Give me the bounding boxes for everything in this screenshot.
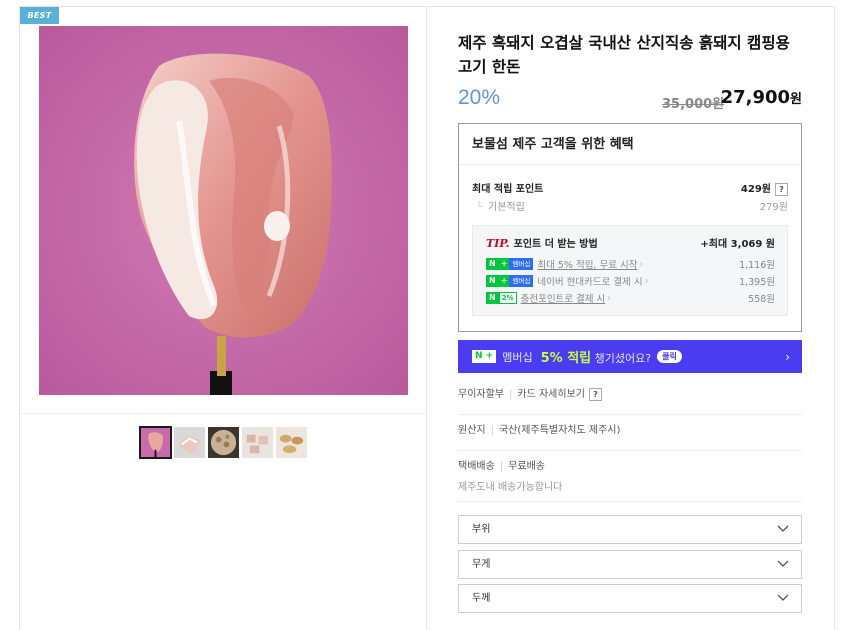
max-points-value: 429원 <box>740 184 771 195</box>
tip-header: TIP. 포인트 더 받는 방법 +최대 3,069 원 <box>486 235 775 250</box>
thumbnail-5[interactable] <box>275 426 308 459</box>
membership-banner[interactable]: N + 멤버십 5% 적립 챙기셨어요? 클릭 › <box>458 340 802 373</box>
thumbnail-2[interactable] <box>173 426 206 459</box>
product-frame: BEST 제주 흑돼지 오겹살 국내산 산지직송 흙돼지 캠핑용 고기 한돈 2… <box>19 6 835 630</box>
tip-link-card[interactable]: 네이버 현대카드로 결제 시 <box>537 274 642 288</box>
best-badge: BEST <box>20 7 59 24</box>
option-select-thickness[interactable]: 두께 <box>458 584 802 613</box>
naver-plus-logo: N + <box>472 350 497 363</box>
indent-icon: └ <box>476 202 483 213</box>
option-select-part[interactable]: 부위 <box>458 515 802 544</box>
max-points-row: 최대 적립 포인트 429원? <box>472 180 788 196</box>
chevron-right-icon: › <box>607 292 612 304</box>
chevron-right-icon: › <box>644 275 649 287</box>
chevron-down-icon <box>777 594 789 601</box>
tip-value: 1,116원 <box>739 260 775 271</box>
max-points-label: 최대 적립 포인트 <box>472 184 544 196</box>
installment-label: 무이자할부 <box>458 389 504 400</box>
base-points-value: 279원 <box>759 202 788 213</box>
delivery-fee: 무료배송 <box>508 461 545 472</box>
tip-total: +최대 3,069 원 <box>700 239 775 250</box>
benefit-title: 보물섬 제주 고객을 위한 혜택 <box>459 124 801 165</box>
original-price: 35,000원 <box>662 97 725 112</box>
tip-link-charge-points[interactable]: 충전포인트로 결제 시 <box>521 291 606 305</box>
tip-link-membership[interactable]: 최대 5% 적립, 무료 시작 <box>537 257 637 271</box>
thumbnail-1[interactable] <box>139 426 172 459</box>
help-icon[interactable]: ? <box>775 182 788 196</box>
thumbnail-strip <box>139 426 308 459</box>
payment-row: 무이자할부 | 카드 자세히보기? <box>458 385 802 415</box>
tip-row-charge-points[interactable]: N 2% 충전포인트로 결제 시 › 558원 <box>486 291 775 305</box>
origin-value: 국산(제주특별자치도 제주시) <box>498 425 621 436</box>
thumbnail-4[interactable] <box>241 426 274 459</box>
chevron-down-icon <box>777 525 789 532</box>
sale-price-value: 27,900 <box>720 87 791 108</box>
delivery-method: 택배배송 <box>458 461 495 472</box>
banner-highlight: 5% 적립 <box>540 351 592 366</box>
tip-title: 포인트 더 받는 방법 <box>513 239 598 250</box>
discount-rate: 20% <box>458 86 501 109</box>
delivery-note: 제주도내 배송가능합니다 <box>458 482 563 493</box>
main-product-image[interactable] <box>39 26 408 395</box>
tip-row-card[interactable]: N + 멤버십 네이버 현대카드로 결제 시 › 1,395원 <box>486 274 775 288</box>
banner-text: 챙기셨어요? <box>594 352 652 365</box>
tip-box: TIP. 포인트 더 받는 방법 +최대 3,069 원 N + 멤버십 최대 5% … <box>472 225 788 316</box>
option-label: 두께 <box>472 593 491 604</box>
base-points-label: 기본적립 <box>488 202 525 213</box>
sale-price: 27,900원 <box>721 87 802 108</box>
sale-price-unit: 원 <box>790 92 802 107</box>
chevron-right-icon: › <box>785 349 790 364</box>
origin-label: 원산지 <box>458 425 486 436</box>
delivery-row: 택배배송 | 무료배송 제주도내 배송가능합니다 <box>458 457 802 502</box>
chevron-right-icon: › <box>639 258 644 270</box>
banner-click-pill: 클릭 <box>657 350 682 363</box>
product-gallery: BEST <box>20 7 427 630</box>
tip-row-membership[interactable]: N + 멤버십 최대 5% 적립, 무료 시작 › 1,116원 <box>486 257 775 271</box>
gallery-divider <box>20 413 426 414</box>
origin-row: 원산지 | 국산(제주특별자치도 제주시) <box>458 421 802 451</box>
tip-value: 558원 <box>748 294 775 305</box>
tip-value: 1,395원 <box>739 277 775 288</box>
naver-pay-badge: N 2% <box>486 292 517 304</box>
benefit-panel: 보물섬 제주 고객을 위한 혜택 최대 적립 포인트 429원? └ 기본적립 2… <box>458 123 802 332</box>
option-select-weight[interactable]: 무게 <box>458 550 802 579</box>
banner-membership: 멤버십 <box>502 350 533 364</box>
thumbnail-3[interactable] <box>207 426 240 459</box>
product-title: 제주 흑돼지 오겹살 국내산 산지직송 흙돼지 캠핑용 고기 한돈 <box>458 34 790 76</box>
tip-brand: TIP. <box>486 237 510 250</box>
option-label: 무게 <box>472 559 491 570</box>
naver-membership-badge: N + 멤버십 <box>486 275 534 287</box>
chevron-down-icon <box>777 560 789 567</box>
help-icon[interactable]: ? <box>588 387 602 401</box>
card-details-link[interactable]: 카드 자세히보기 <box>517 389 585 400</box>
naver-membership-badge: N + 멤버십 <box>486 258 534 270</box>
base-points-row: └ 기본적립 279원 <box>472 198 788 213</box>
option-label: 부위 <box>472 524 491 535</box>
